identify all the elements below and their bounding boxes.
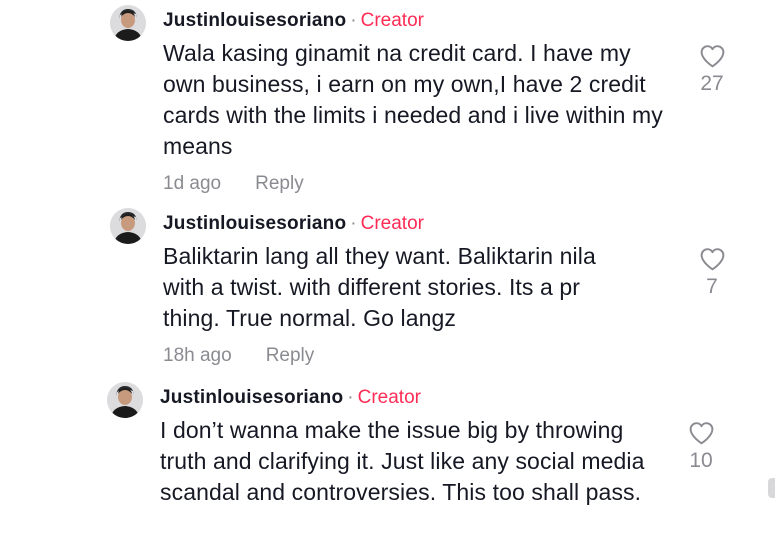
reply-button[interactable]: Reply (266, 345, 315, 366)
comment-timestamp: 1d ago (163, 173, 222, 194)
creator-badge: Creator (360, 10, 424, 31)
username[interactable]: Justinlouisesoriano (163, 213, 346, 234)
heart-outline-icon (700, 45, 724, 68)
like-button[interactable]: 10 (681, 421, 721, 473)
separator-dot: · (347, 387, 354, 408)
comment-header: Justinlouisesoriano · Creator (163, 10, 424, 32)
separator-dot: · (350, 213, 357, 234)
comment-meta: 1d ago Reply (163, 173, 304, 195)
avatar[interactable] (110, 5, 146, 41)
creator-badge: Creator (360, 213, 424, 234)
creator-badge: Creator (357, 387, 421, 408)
avatar-image (107, 382, 143, 418)
comment-header: Justinlouisesoriano · Creator (163, 213, 424, 235)
avatar[interactable] (110, 208, 146, 244)
avatar[interactable] (107, 382, 143, 418)
heart-outline-icon (700, 248, 724, 271)
comment-header: Justinlouisesoriano · Creator (160, 387, 421, 409)
like-button[interactable]: 27 (692, 44, 732, 96)
like-button[interactable]: 7 (692, 247, 732, 299)
heart-outline-icon (689, 422, 713, 445)
avatar-image (110, 208, 146, 244)
comment-text: Baliktarin lang all they want. Baliktari… (163, 243, 596, 331)
like-count: 10 (689, 449, 713, 472)
like-count: 7 (706, 275, 718, 298)
separator-dot: · (350, 10, 357, 31)
comment-text: Wala kasing ginamit na credit card. I ha… (163, 40, 663, 159)
username[interactable]: Justinlouisesoriano (160, 387, 343, 408)
scrollbar-thumb[interactable] (768, 478, 775, 498)
reply-button[interactable]: Reply (255, 173, 304, 194)
like-count: 27 (700, 72, 724, 95)
avatar-image (110, 5, 146, 41)
comment-meta: 18h ago Reply (163, 345, 314, 367)
comment-timestamp: 18h ago (163, 345, 232, 366)
username[interactable]: Justinlouisesoriano (163, 10, 346, 31)
comment-text: I don’t wanna make the issue big by thro… (160, 417, 645, 505)
